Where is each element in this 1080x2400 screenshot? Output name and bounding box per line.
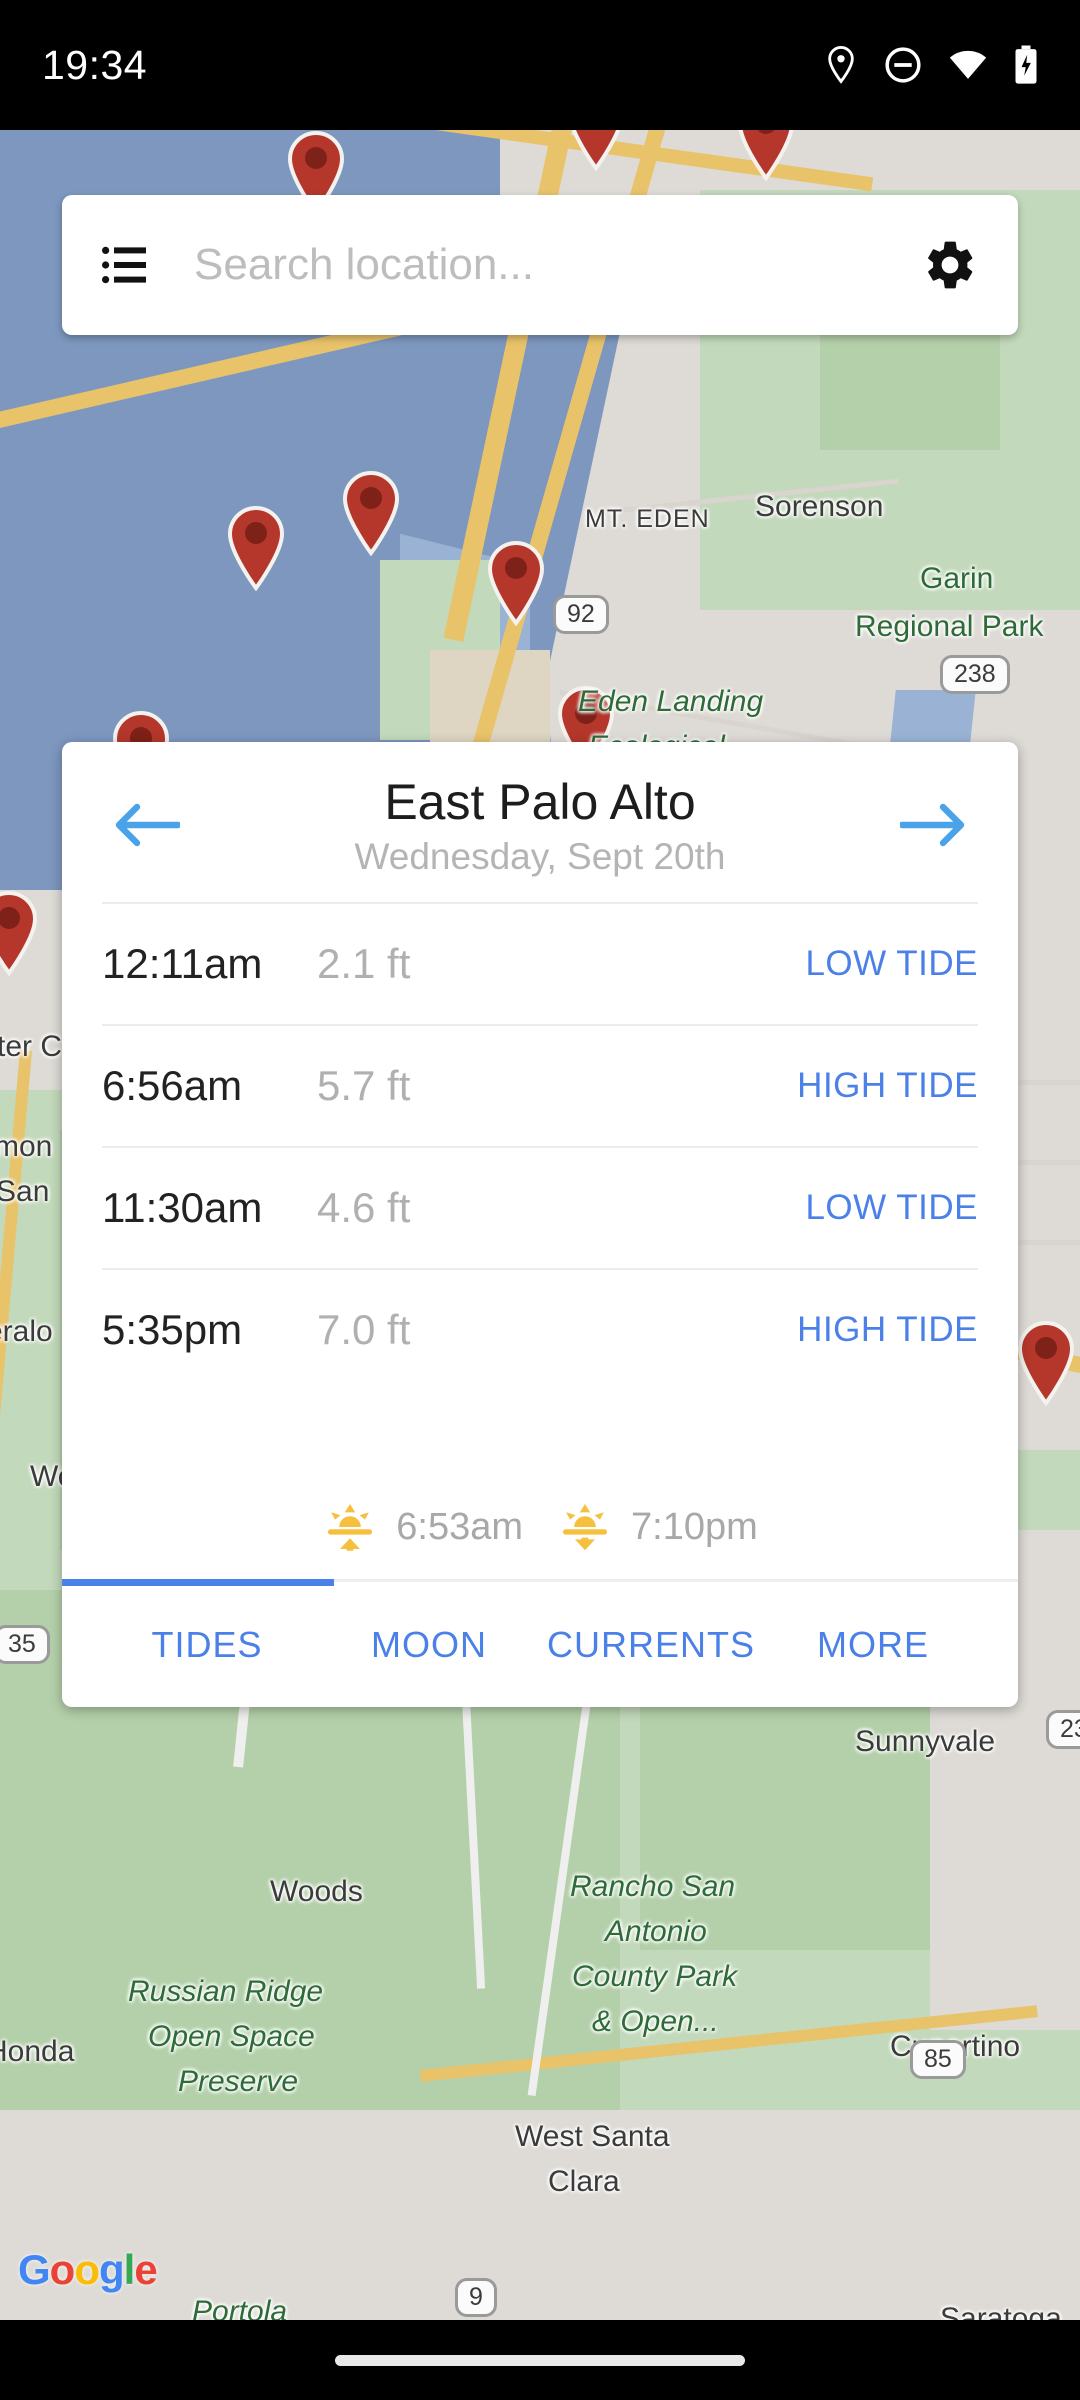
tab-more[interactable]: MORE bbox=[762, 1624, 984, 1666]
tide-time: 5:35pm bbox=[102, 1306, 243, 1353]
search-input[interactable] bbox=[146, 240, 922, 290]
tide-type: HIGH TIDE bbox=[797, 1066, 978, 1105]
status-icons bbox=[824, 45, 1038, 85]
tide-type: LOW TIDE bbox=[805, 1188, 978, 1227]
sunrise-item: 6:53am bbox=[322, 1499, 523, 1555]
list-menu-icon[interactable] bbox=[102, 246, 146, 284]
tab-bar: TIDES MOON CURRENTS MORE bbox=[62, 1579, 1018, 1707]
active-tab-indicator bbox=[62, 1579, 334, 1586]
tide-type: LOW TIDE bbox=[805, 944, 978, 983]
tide-type: HIGH TIDE bbox=[797, 1310, 978, 1349]
tide-height: 4.6 ft bbox=[317, 1184, 411, 1231]
do-not-disturb-icon bbox=[885, 47, 921, 83]
next-day-button[interactable] bbox=[888, 790, 978, 860]
tide-height: 2.1 ft bbox=[317, 940, 411, 987]
tide-time: 12:11am bbox=[102, 940, 263, 987]
map-marker[interactable] bbox=[735, 130, 797, 182]
card-header: East Palo Alto Wednesday, Sept 20th bbox=[62, 742, 1018, 902]
arrow-right-icon bbox=[900, 803, 965, 847]
sunset-icon bbox=[563, 1504, 607, 1551]
navigation-bar bbox=[0, 2320, 1080, 2400]
sunrise-time: 6:53am bbox=[396, 1505, 523, 1548]
battery-charging-icon bbox=[1015, 45, 1037, 84]
gear-icon[interactable] bbox=[922, 237, 978, 293]
tide-height: 7.0 ft bbox=[317, 1306, 411, 1353]
tide-list: 12:11am 2.1 ft LOW TIDE 6:56am 5.7 ft HI… bbox=[62, 902, 1018, 1483]
map-marker[interactable] bbox=[565, 130, 627, 172]
tab-currents[interactable]: CURRENTS bbox=[540, 1624, 762, 1666]
table-row[interactable]: 5:35pm 7.0 ft HIGH TIDE bbox=[102, 1268, 978, 1390]
highway-shield-92: 92 bbox=[553, 595, 609, 634]
prev-day-button[interactable] bbox=[102, 790, 192, 860]
highway-shield-85: 85 bbox=[910, 2040, 966, 2079]
highway-shield-23: 23 bbox=[1046, 1710, 1080, 1749]
map-marker[interactable] bbox=[225, 505, 287, 592]
sunset-item: 7:10pm bbox=[557, 1499, 758, 1555]
sunrise-icon bbox=[328, 1504, 373, 1551]
map-marker[interactable] bbox=[340, 470, 402, 557]
location-title: East Palo Alto bbox=[384, 773, 696, 830]
tab-moon[interactable]: MOON bbox=[318, 1624, 540, 1666]
table-row[interactable]: 12:11am 2.1 ft LOW TIDE bbox=[102, 902, 978, 1024]
tide-height: 5.7 ft bbox=[317, 1062, 411, 1109]
highway-shield-35: 35 bbox=[0, 1625, 50, 1664]
date-subtitle: Wednesday, Sept 20th bbox=[354, 835, 726, 877]
tide-time: 11:30am bbox=[102, 1184, 263, 1231]
map-marker[interactable] bbox=[485, 540, 547, 627]
location-pin-icon bbox=[828, 46, 854, 84]
sun-row: 6:53am 7:10pm bbox=[62, 1483, 1018, 1579]
sunset-time: 7:10pm bbox=[631, 1505, 758, 1548]
search-bar[interactable] bbox=[62, 195, 1018, 335]
tide-time: 6:56am bbox=[102, 1062, 243, 1109]
google-logo: Google bbox=[18, 2246, 158, 2293]
table-row[interactable]: 11:30am 4.6 ft LOW TIDE bbox=[102, 1146, 978, 1268]
highway-shield-9: 9 bbox=[455, 2278, 497, 2317]
status-clock: 19:34 bbox=[42, 41, 148, 88]
home-indicator[interactable] bbox=[335, 2354, 745, 2366]
arrow-left-icon bbox=[115, 803, 180, 847]
table-row[interactable]: 6:56am 5.7 ft HIGH TIDE bbox=[102, 1024, 978, 1146]
map-marker[interactable] bbox=[0, 890, 40, 977]
tab-tides[interactable]: TIDES bbox=[96, 1624, 318, 1666]
map-marker[interactable] bbox=[1015, 1320, 1077, 1407]
card-titles: East Palo Alto Wednesday, Sept 20th bbox=[355, 773, 726, 878]
tide-card: East Palo Alto Wednesday, Sept 20th 12:1… bbox=[62, 742, 1018, 1707]
status-bar: 19:34 bbox=[0, 0, 1080, 130]
wifi-icon bbox=[949, 50, 987, 79]
highway-shield-238: 238 bbox=[940, 655, 1010, 694]
